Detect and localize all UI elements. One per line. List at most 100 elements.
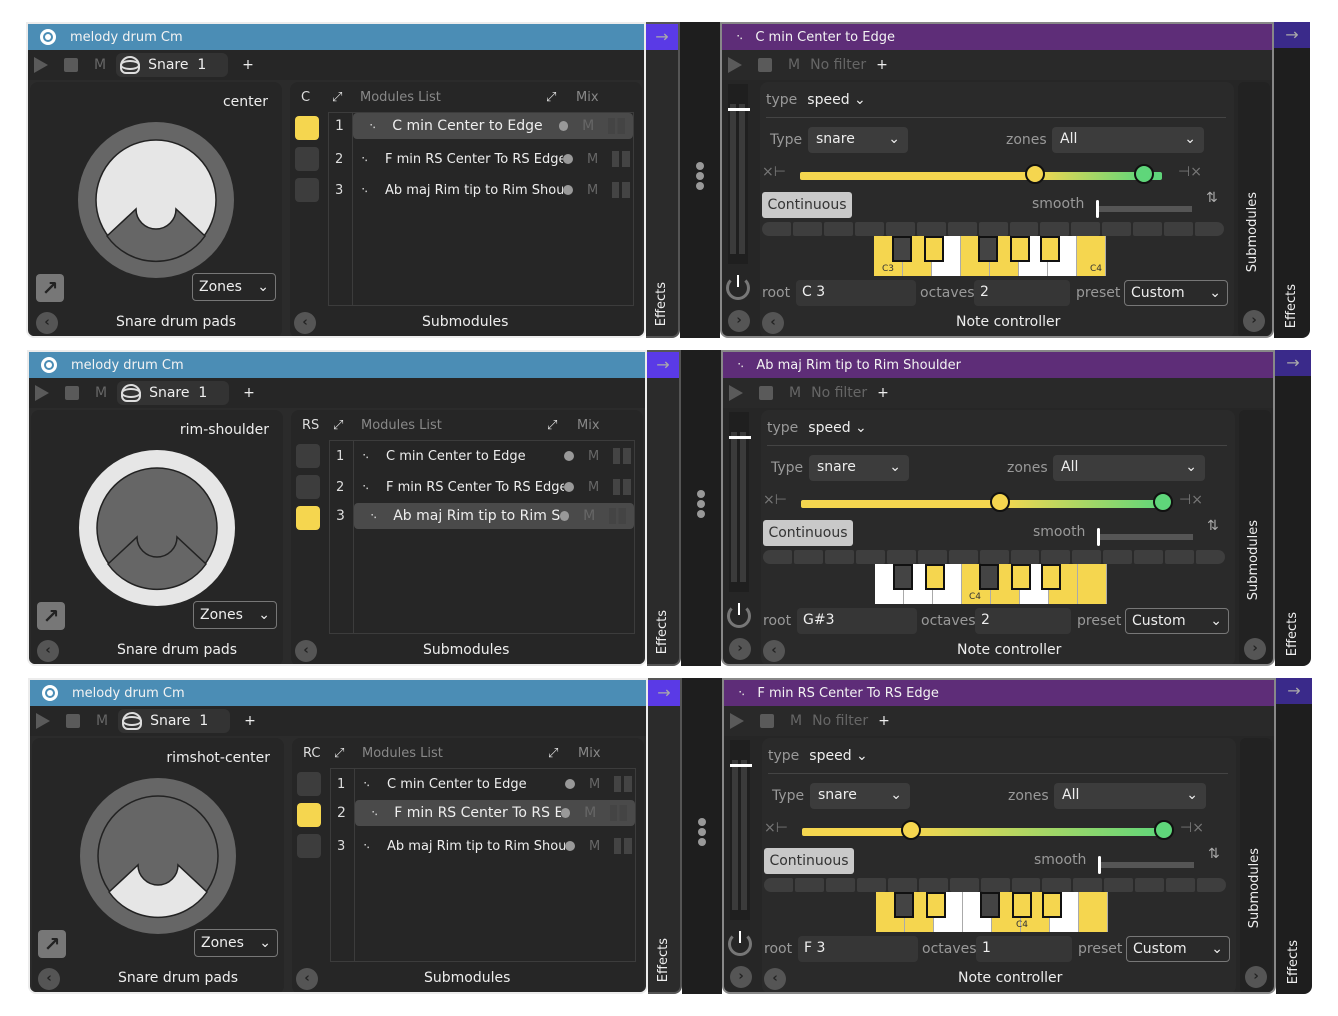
solo-dot-icon[interactable] [558,121,569,131]
root-input[interactable]: G#3 [797,608,917,634]
arrow-right-icon[interactable]: → [647,352,679,378]
mute-button[interactable]: M [588,480,599,495]
step-cell[interactable] [856,878,886,892]
collapse-left-button[interactable]: ‹ [763,640,785,662]
collapse-left-button[interactable]: ‹ [38,968,60,990]
step-cell[interactable] [1135,878,1165,892]
zone-led[interactable] [295,178,319,202]
step-cell[interactable] [854,222,884,236]
step-cell[interactable] [1195,222,1225,236]
range-low-handle[interactable] [1025,164,1046,184]
type-select[interactable]: speed [807,92,849,108]
white-key[interactable] [1078,564,1107,604]
step-cell[interactable] [1071,222,1101,236]
stop-icon[interactable] [64,58,78,72]
module-list-item[interactable]: 3 ⠢ Ab maj Rim tip to Rim Shou M [337,831,635,861]
zone-led[interactable] [297,772,321,796]
filter-label[interactable]: No filter [812,713,868,729]
expand-right-button[interactable]: › [729,638,751,660]
black-key[interactable] [1040,236,1060,262]
black-key[interactable] [925,564,945,590]
continuous-button[interactable]: Continuous [763,520,853,546]
black-key[interactable] [1012,892,1032,918]
effects-tab[interactable]: → Effects [1275,350,1311,666]
instrument-chip[interactable]: Snare 1 [116,53,229,77]
effects-tab[interactable]: → Effects [648,678,682,994]
solo-dot-icon[interactable] [564,451,574,461]
module-list-item[interactable]: 1 ⠢ C min Center to Edge M [337,769,635,799]
mute-button[interactable]: M [589,839,600,854]
arrow-right-icon[interactable]: → [1274,22,1310,48]
device-header[interactable]: melody drum Cm [29,352,645,378]
pan-knob[interactable] [727,603,751,628]
step-cell[interactable] [1102,222,1132,236]
device-header[interactable]: melody drum Cm [30,680,646,706]
velocity-range-slider[interactable] [802,820,1174,840]
play-icon[interactable] [729,385,743,401]
step-cell[interactable] [763,550,792,564]
solo-dot-icon[interactable] [565,841,575,851]
step-cell[interactable] [1166,878,1196,892]
zone-led[interactable] [296,506,320,530]
volume-handle[interactable] [729,436,751,439]
collapse-left-button[interactable]: ‹ [294,312,316,334]
module-list-item[interactable]: 3 ⠢ Ab maj Rim tip to Rim Shou M [336,503,634,529]
solo-dot-icon[interactable] [563,154,573,164]
zones-select[interactable]: Zones ⌄ [194,929,278,957]
step-cell[interactable] [979,550,1009,564]
black-key[interactable] [979,564,999,590]
step-cell[interactable] [825,878,855,892]
step-cell[interactable] [1134,550,1164,564]
drum-type-select[interactable]: snare ⌄ [810,783,910,809]
step-cell[interactable] [948,550,978,564]
zone-led[interactable] [296,444,320,468]
arrow-right-icon[interactable]: → [646,24,678,50]
arrow-right-icon[interactable]: → [1275,350,1311,376]
effects-tab[interactable]: → Effects [647,350,681,666]
pan-knob[interactable] [728,931,752,956]
preset-select[interactable]: Custom ⌄ [1126,936,1230,962]
step-cell[interactable] [1040,222,1070,236]
collapse-left-button[interactable]: ‹ [762,312,784,334]
volume-handle[interactable] [730,764,752,767]
collapse-left-button[interactable]: ‹ [36,312,58,334]
play-icon[interactable] [35,385,49,401]
device-header[interactable]: melody drum Cm [28,24,644,50]
instrument-chip[interactable]: Snare 1 [118,709,231,733]
smooth-slider[interactable] [1096,200,1192,218]
step-cell[interactable] [1196,550,1226,564]
module-list-item[interactable]: 3 ⠢ Ab maj Rim tip to Rim Shou M [335,175,633,205]
mute-button[interactable]: M [587,183,598,198]
expand-right-button[interactable]: › [1245,966,1267,988]
step-cell[interactable] [885,222,915,236]
instrument-chip[interactable]: Snare 1 [117,381,230,405]
swap-icon[interactable]: ⇅ [1208,846,1220,862]
mute-button[interactable]: M [96,713,108,729]
preset-select[interactable]: Custom ⌄ [1125,608,1229,634]
collapse-left-button[interactable]: ‹ [764,968,786,990]
expand-icon[interactable]: ⤢ [332,90,342,105]
pan-knob[interactable] [726,275,750,300]
volume-meter[interactable] [730,740,752,920]
submodules-tab[interactable]: Submodules › [1238,82,1270,336]
continuous-button[interactable]: Continuous [762,192,852,218]
mute-button[interactable]: M [589,777,600,792]
arrow-right-icon[interactable]: → [648,680,680,706]
collapse-left-button[interactable]: ‹ [295,640,317,662]
step-cell[interactable] [1009,222,1039,236]
root-input[interactable]: F 3 [798,936,918,962]
mute-button[interactable]: M [587,152,598,167]
expand-icon[interactable]: ⤢ [548,746,558,761]
collapse-left-button[interactable]: ‹ [296,968,318,990]
solo-dot-icon[interactable] [560,808,571,818]
step-cell[interactable] [823,222,853,236]
octaves-input[interactable]: 2 [975,608,1071,634]
step-cell[interactable] [1072,550,1102,564]
step-cell[interactable] [792,222,822,236]
zone-led[interactable] [295,147,319,171]
expand-icon[interactable]: ⤢ [546,90,556,105]
module-header[interactable]: ⠢ F min RS Center To RS Edge [724,680,1274,706]
play-icon[interactable] [34,57,48,73]
black-key[interactable] [1042,892,1062,918]
step-cell[interactable] [947,222,977,236]
